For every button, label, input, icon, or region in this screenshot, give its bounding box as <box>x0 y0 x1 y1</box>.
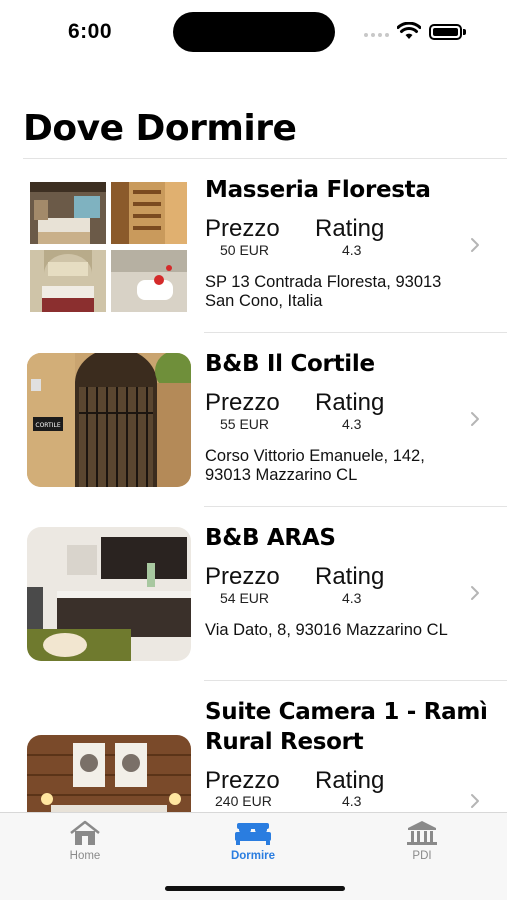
sign-text: CORTILE <box>35 422 60 429</box>
listing-name: B&B ARAS <box>205 525 336 551</box>
chevron-right-icon <box>471 238 479 252</box>
cellular-signal-icon <box>364 33 389 37</box>
listing-photo: CORTILE <box>27 353 191 487</box>
list-item-masseria-floresta[interactable]: Masseria Floresta Prezzo 50 EUR Rating 4… <box>0 159 507 333</box>
price-value: 54 EUR <box>220 590 270 606</box>
listing-address: Corso Vittorio Emanuele, 142, 93013 Mazz… <box>205 447 425 484</box>
wifi-icon <box>397 22 421 39</box>
bank-icon <box>407 821 437 845</box>
rating-label: Rating <box>315 767 385 794</box>
list-item-bb-il-cortile[interactable]: CORTILE B&B Il Cortile Prezzo 55 EUR Rat… <box>0 333 507 507</box>
listing-name: Masseria Floresta <box>205 177 431 203</box>
price-label: Prezzo <box>205 389 280 416</box>
tab-home[interactable]: Home <box>25 819 145 862</box>
status-time: 6:00 <box>68 20 113 43</box>
battery-cap <box>463 29 466 35</box>
accommodation-list[interactable]: Masseria Floresta Prezzo 50 EUR Rating 4… <box>0 159 507 812</box>
photo-towels <box>111 250 187 312</box>
listing-name: B&B Il Cortile <box>205 351 375 377</box>
price-label: Prezzo <box>205 563 280 590</box>
rating-label: Rating <box>315 215 385 242</box>
listing-photo <box>27 735 191 812</box>
price-value: 55 EUR <box>220 416 270 432</box>
listing-photo <box>27 527 191 661</box>
tab-dormire[interactable]: Dormire <box>193 819 313 862</box>
chevron-right-icon <box>471 586 479 600</box>
listing-address: Via Dato, 8, 93016 Mazzarino CL <box>205 621 448 639</box>
tab-label-home: Home <box>69 850 101 862</box>
chevron-right-icon <box>471 412 479 426</box>
tab-label-dormire: Dormire <box>230 850 276 862</box>
listing-name: Suite Camera 1 - Ramì Rural Resort <box>205 699 488 755</box>
listing-address: SP 13 Contrada Floresta, 93013 San Cono,… <box>205 273 442 310</box>
dynamic-island <box>173 12 335 52</box>
photo-rustic-bedroom <box>30 182 106 244</box>
page-title: Dove Dormire <box>23 108 297 149</box>
battery-icon <box>429 24 462 40</box>
bed-icon <box>235 823 271 845</box>
listing-photo-grid <box>30 182 188 312</box>
price-label: Prezzo <box>205 767 280 794</box>
status-bar: 6:00 <box>0 0 507 62</box>
chevron-right-icon <box>471 794 479 808</box>
rating-value: 4.3 <box>342 242 362 258</box>
list-item-suite-camera-1[interactable]: Suite Camera 1 - Ramì Rural Resort Prezz… <box>0 681 507 812</box>
price-value: 50 EUR <box>220 242 270 258</box>
rating-label: Rating <box>315 389 385 416</box>
house-icon <box>70 820 100 845</box>
photo-stone-stairs <box>111 182 187 244</box>
tab-label-pdi: PDI <box>412 850 432 862</box>
photo-arched-bedroom <box>30 250 106 312</box>
tab-pdi[interactable]: PDI <box>362 819 482 862</box>
list-item-bb-aras[interactable]: B&B ARAS Prezzo 54 EUR Rating 4.3 Via Da… <box>0 507 507 681</box>
price-value: 240 EUR <box>215 793 272 809</box>
rating-value: 4.3 <box>342 590 362 606</box>
home-indicator[interactable] <box>165 886 345 891</box>
rating-label: Rating <box>315 563 385 590</box>
rating-value: 4.3 <box>342 416 362 432</box>
price-label: Prezzo <box>205 215 280 242</box>
rating-value: 4.3 <box>342 793 362 809</box>
